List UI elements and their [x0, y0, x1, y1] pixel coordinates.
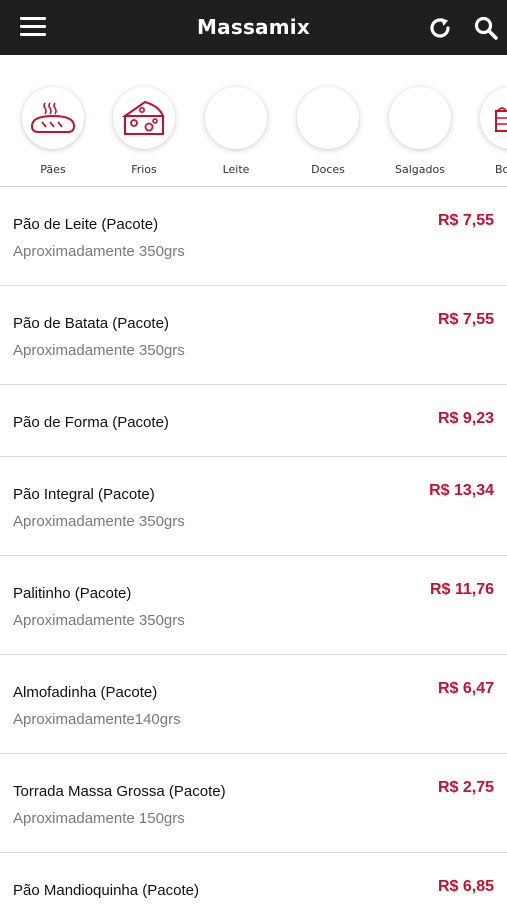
product-price: R$ 7,55 — [437, 311, 494, 328]
product-price: R$ 7,55 — [437, 212, 494, 229]
product-price: R$ 9,23 — [437, 410, 494, 427]
product-name: Pão Integral (Pacote) — [13, 486, 155, 503]
product-description: Aproximadamente140grs — [13, 711, 181, 728]
product-row[interactable]: Pão de Leite (Pacote) Aproximadamente 35… — [0, 187, 507, 286]
product-row[interactable]: Pão Mandioquinha (Pacote) R$ 6,85 — [0, 853, 507, 913]
category-label: Leite — [222, 163, 250, 176]
product-name: Pão Mandioquinha (Pacote) — [13, 882, 199, 899]
product-row[interactable]: Almofadinha (Pacote) Aproximadamente140g… — [0, 655, 507, 754]
product-name: Palitinho (Pacote) — [13, 585, 132, 602]
product-price: R$ 2,75 — [437, 779, 494, 796]
product-name: Torrada Massa Grossa (Pacote) — [13, 783, 226, 800]
product-row[interactable]: Palitinho (Pacote) Aproximadamente 350gr… — [0, 556, 507, 655]
product-description: Aproximadamente 350grs — [13, 342, 185, 359]
category-frios[interactable]: Frios — [111, 87, 177, 176]
bread-icon — [30, 102, 76, 133]
category-doces[interactable]: Doces — [295, 87, 361, 176]
product-description: Aproximadamente 350grs — [13, 243, 185, 260]
product-name: Pão de Forma (Pacote) — [13, 414, 169, 431]
category-leite[interactable]: Leite — [203, 87, 269, 176]
product-price: R$ 13,34 — [429, 482, 494, 499]
app-bar: Massamix — [0, 0, 507, 55]
category-label: Salgados — [395, 163, 445, 176]
category-circle — [389, 87, 451, 149]
product-price: R$ 6,47 — [437, 680, 494, 697]
product-description: Aproximadamente 350grs — [13, 612, 185, 629]
category-circle — [297, 87, 359, 149]
category-circle — [205, 87, 267, 149]
category-strip[interactable]: Pães Frios Leite Doces Salgados B — [0, 55, 507, 187]
product-name: Pão de Leite (Pacote) — [13, 216, 159, 233]
product-name: Almofadinha (Pacote) — [13, 684, 158, 701]
category-circle — [113, 87, 175, 149]
product-row[interactable]: Pão de Forma (Pacote) R$ 9,23 — [0, 385, 507, 457]
cake-icon — [495, 107, 507, 132]
category-paes[interactable]: Pães — [20, 87, 86, 176]
category-circle — [22, 87, 84, 149]
product-price: R$ 11,76 — [429, 581, 494, 598]
product-row[interactable]: Pão Integral (Pacote) Aproximadamente 35… — [0, 457, 507, 556]
category-partial[interactable]: Bo — [478, 87, 507, 176]
product-row[interactable]: Torrada Massa Grossa (Pacote) Aproximada… — [0, 754, 507, 853]
product-description: Aproximadamente 150grs — [13, 810, 185, 827]
search-icon[interactable] — [473, 15, 499, 41]
category-label: Frios — [131, 163, 157, 176]
category-label: Pães — [40, 163, 66, 176]
category-salgados[interactable]: Salgados — [387, 87, 453, 176]
product-description: Aproximadamente 350grs — [13, 513, 185, 530]
product-name: Pão de Batata (Pacote) — [13, 315, 169, 332]
product-price: R$ 6,85 — [437, 878, 494, 895]
category-label: Doces — [311, 163, 345, 176]
product-list: Pão de Leite (Pacote) Aproximadamente 35… — [0, 187, 507, 913]
cheese-icon — [121, 100, 165, 135]
product-row[interactable]: Pão de Batata (Pacote) Aproximadamente 3… — [0, 286, 507, 385]
category-circle — [480, 87, 507, 149]
refresh-icon[interactable] — [427, 15, 453, 41]
category-label: Bo — [495, 163, 507, 176]
